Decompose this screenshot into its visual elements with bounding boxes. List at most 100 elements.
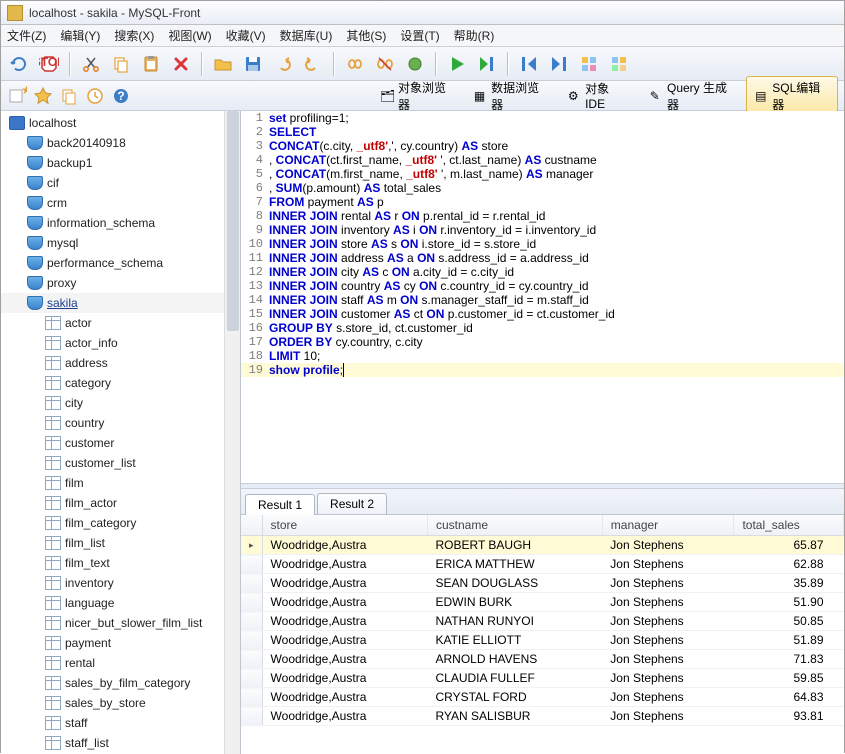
cell[interactable]: 65.87: [734, 536, 844, 555]
sql-line[interactable]: 16GROUP BY s.store_id, ct.customer_id: [241, 321, 844, 335]
cell[interactable]: Woodridge,Austra: [262, 574, 427, 593]
link-button[interactable]: [343, 52, 367, 76]
row-handle[interactable]: [241, 631, 262, 650]
cell[interactable]: CRYSTAL FORD: [427, 688, 602, 707]
row-handle[interactable]: [241, 688, 262, 707]
tree-table[interactable]: sales_by_film_category: [1, 673, 240, 693]
result-tab[interactable]: Result 2: [317, 493, 387, 514]
tree-table[interactable]: customer_list: [1, 453, 240, 473]
cell[interactable]: Woodridge,Austra: [262, 555, 427, 574]
cell[interactable]: Jon Stephens: [602, 536, 734, 555]
sql-line[interactable]: 10INNER JOIN store AS s ON i.store_id = …: [241, 237, 844, 251]
run-step-button[interactable]: [475, 52, 499, 76]
table-row[interactable]: Woodridge,AustraKATIE ELLIOTTJon Stephen…: [241, 631, 844, 650]
sql-line[interactable]: 13INNER JOIN country AS cy ON c.country_…: [241, 279, 844, 293]
cell[interactable]: 59.85: [734, 669, 844, 688]
cell[interactable]: Woodridge,Austra: [262, 593, 427, 612]
stop-button[interactable]: STOP: [37, 52, 61, 76]
tree-table[interactable]: city: [1, 393, 240, 413]
bookmark-button[interactable]: [403, 52, 427, 76]
tree-table[interactable]: rental: [1, 653, 240, 673]
cell[interactable]: 35.89: [734, 574, 844, 593]
cell[interactable]: Woodridge,Austra: [262, 688, 427, 707]
tree-scrollbar[interactable]: [224, 111, 240, 754]
cell[interactable]: ROBERT BAUGH: [427, 536, 602, 555]
cell[interactable]: Woodridge,Austra: [262, 669, 427, 688]
table-row[interactable]: Woodridge,AustraNATHAN RUNYOIJon Stephen…: [241, 612, 844, 631]
cell[interactable]: SEAN DOUGLASS: [427, 574, 602, 593]
table-row[interactable]: Woodridge,AustraCRYSTAL FORDJon Stephens…: [241, 688, 844, 707]
column-header[interactable]: total_sales: [734, 515, 844, 536]
tree-database[interactable]: information_schema: [1, 213, 240, 233]
menu-item[interactable]: 其他(S): [346, 27, 386, 44]
tree-table[interactable]: language: [1, 593, 240, 613]
cut-button[interactable]: [79, 52, 103, 76]
menu-item[interactable]: 帮助(R): [454, 27, 495, 44]
tree-table[interactable]: actor_info: [1, 333, 240, 353]
menu-item[interactable]: 编辑(Y): [60, 27, 100, 44]
table-row[interactable]: Woodridge,AustraERICA MATTHEWJon Stephen…: [241, 555, 844, 574]
run-button[interactable]: [445, 52, 469, 76]
cell[interactable]: 50.85: [734, 612, 844, 631]
cell[interactable]: Jon Stephens: [602, 688, 734, 707]
tree-table[interactable]: inventory: [1, 573, 240, 593]
cell[interactable]: Jon Stephens: [602, 669, 734, 688]
tree-table[interactable]: payment: [1, 633, 240, 653]
tree-table[interactable]: nicer_but_slower_film_list: [1, 613, 240, 633]
cell[interactable]: Jon Stephens: [602, 574, 734, 593]
tree-table[interactable]: film_category: [1, 513, 240, 533]
copy-fav-button[interactable]: [59, 86, 79, 106]
cell[interactable]: Jon Stephens: [602, 612, 734, 631]
view-object-ide[interactable]: ⚙对象 IDE: [559, 76, 639, 116]
copy-button[interactable]: [109, 52, 133, 76]
sql-line[interactable]: 7FROM payment AS p: [241, 195, 844, 209]
cell[interactable]: ARNOLD HAVENS: [427, 650, 602, 669]
sql-line[interactable]: 2SELECT: [241, 125, 844, 139]
table-row[interactable]: Woodridge,AustraCLAUDIA FULLEFJon Stephe…: [241, 669, 844, 688]
menu-item[interactable]: 文件(Z): [7, 27, 46, 44]
table-row[interactable]: Woodridge,AustraROBERT BAUGHJon Stephens…: [241, 536, 844, 555]
row-handle[interactable]: [241, 612, 262, 631]
cell[interactable]: 51.89: [734, 631, 844, 650]
paste-button[interactable]: [139, 52, 163, 76]
sql-line[interactable]: 1set profiling=1;: [241, 111, 844, 125]
sql-line[interactable]: 12INNER JOIN city AS c ON a.city_id = c.…: [241, 265, 844, 279]
sql-line[interactable]: 14INNER JOIN staff AS m ON s.manager_sta…: [241, 293, 844, 307]
sql-line[interactable]: 15INNER JOIN customer AS ct ON p.custome…: [241, 307, 844, 321]
undo-button[interactable]: [271, 52, 295, 76]
cell[interactable]: NATHAN RUNYOI: [427, 612, 602, 631]
grid-view2-button[interactable]: [607, 52, 631, 76]
table-row[interactable]: Woodridge,AustraRYAN SALISBURJon Stephen…: [241, 707, 844, 726]
tree-table[interactable]: film_list: [1, 533, 240, 553]
view-data-browser[interactable]: ▦数据浏览器: [465, 76, 557, 116]
cell[interactable]: Jon Stephens: [602, 707, 734, 726]
row-handle[interactable]: [241, 555, 262, 574]
cell[interactable]: Jon Stephens: [602, 631, 734, 650]
row-handle[interactable]: [241, 650, 262, 669]
cell[interactable]: 51.90: [734, 593, 844, 612]
row-handle[interactable]: [241, 574, 262, 593]
cell[interactable]: Woodridge,Austra: [262, 631, 427, 650]
tree-database[interactable]: crm: [1, 193, 240, 213]
tree-table[interactable]: category: [1, 373, 240, 393]
cell[interactable]: Jon Stephens: [602, 555, 734, 574]
first-record-button[interactable]: [517, 52, 541, 76]
grid-view1-button[interactable]: [577, 52, 601, 76]
tree-table[interactable]: actor: [1, 313, 240, 333]
help-button[interactable]: ?: [111, 86, 131, 106]
tree-table[interactable]: sales_by_store: [1, 693, 240, 713]
sql-line[interactable]: 4, CONCAT(ct.first_name, _utf8' ', ct.la…: [241, 153, 844, 167]
tree-database[interactable]: proxy: [1, 273, 240, 293]
tree-database[interactable]: cif: [1, 173, 240, 193]
tree-database[interactable]: back20140918: [1, 133, 240, 153]
sql-line[interactable]: 8INNER JOIN rental AS r ON p.rental_id =…: [241, 209, 844, 223]
tree-table[interactable]: film_actor: [1, 493, 240, 513]
open-button[interactable]: [211, 52, 235, 76]
table-row[interactable]: Woodridge,AustraARNOLD HAVENSJon Stephen…: [241, 650, 844, 669]
last-record-button[interactable]: [547, 52, 571, 76]
cell[interactable]: ERICA MATTHEW: [427, 555, 602, 574]
cell[interactable]: KATIE ELLIOTT: [427, 631, 602, 650]
menu-item[interactable]: 视图(W): [168, 27, 211, 44]
sql-line[interactable]: 18LIMIT 10;: [241, 349, 844, 363]
scrollbar-thumb[interactable]: [227, 111, 239, 331]
